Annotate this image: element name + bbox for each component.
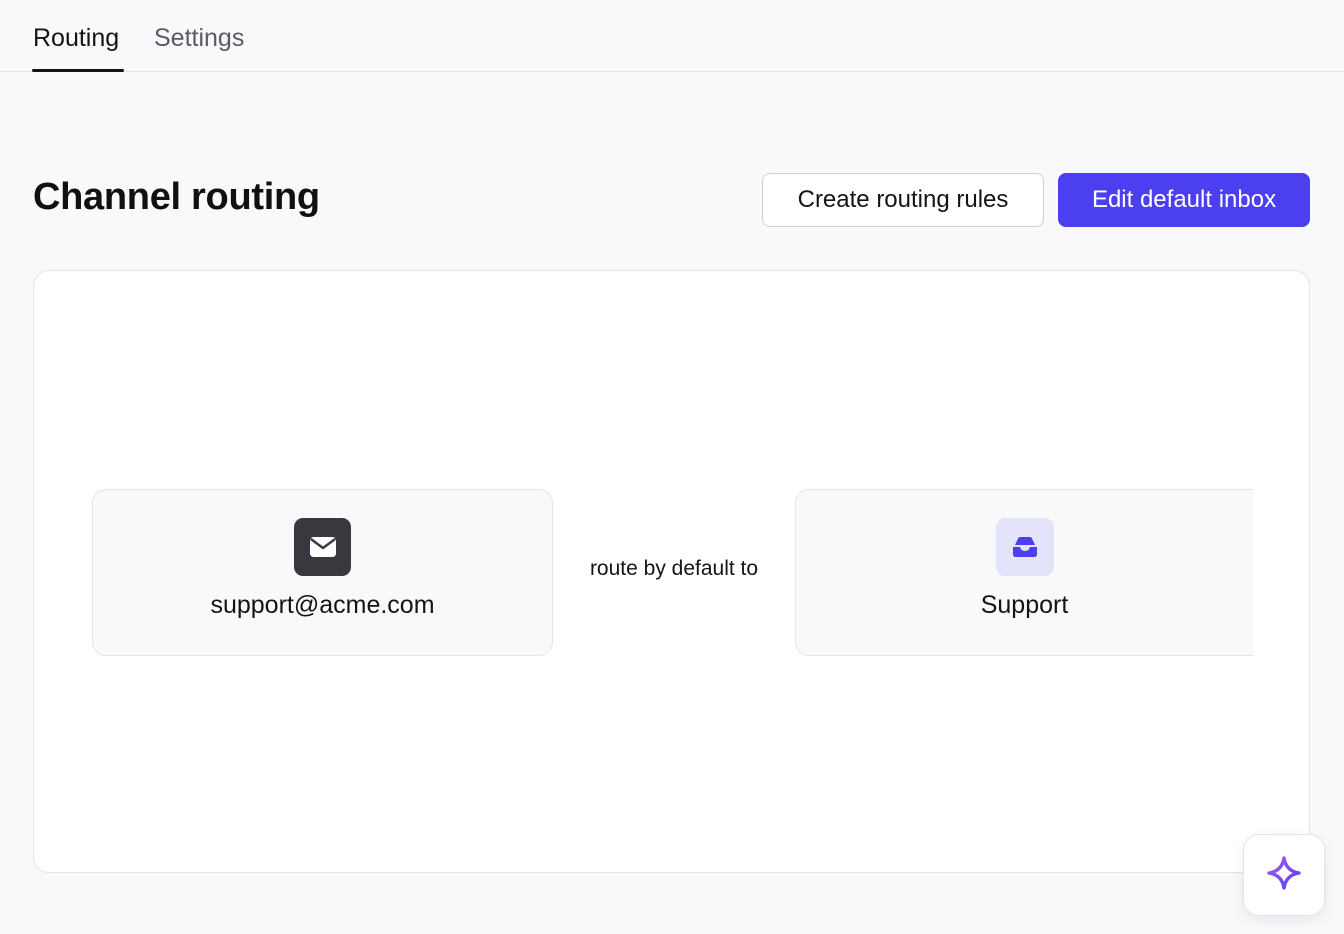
inbox-icon [996, 518, 1054, 576]
create-routing-rules-button[interactable]: Create routing rules [762, 173, 1044, 227]
tab-bar: Routing Settings [0, 0, 1344, 72]
mail-icon [294, 518, 351, 576]
page-title: Channel routing [33, 176, 320, 218]
destination-inbox-label: Support [980, 591, 1069, 619]
tab-routing[interactable]: Routing [33, 20, 119, 56]
destination-inbox-node[interactable]: Support [795, 489, 1253, 656]
edit-default-inbox-button[interactable]: Edit default inbox [1058, 173, 1310, 227]
routing-canvas: support@acme.com route by default to Sup… [33, 270, 1310, 873]
source-channel-node[interactable]: support@acme.com [92, 489, 553, 656]
active-tab-indicator [32, 69, 124, 72]
sparkle-icon [1266, 855, 1302, 896]
source-channel-label: support@acme.com [210, 591, 435, 619]
ai-assistant-button[interactable] [1243, 834, 1325, 916]
tab-settings[interactable]: Settings [154, 20, 244, 56]
routing-connector-text: route by default to [589, 557, 759, 580]
